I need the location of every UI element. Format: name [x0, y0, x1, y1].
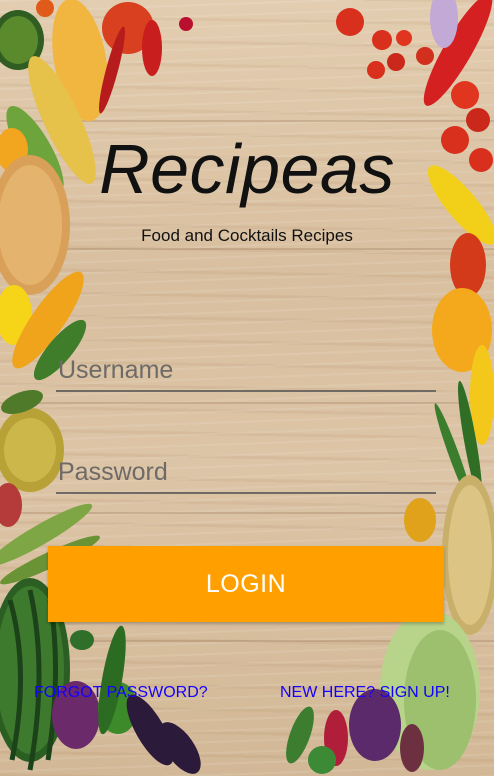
username-field-container	[56, 350, 436, 392]
password-field-container	[56, 452, 436, 494]
app-subtitle: Food and Cocktails Recipes	[141, 226, 353, 245]
username-input[interactable]	[56, 350, 436, 390]
forgot-password-link[interactable]: FORGOT PASSWORD?	[34, 684, 208, 702]
username-underline	[56, 390, 436, 392]
app-title: Recipeas	[99, 130, 395, 208]
password-input[interactable]	[56, 452, 436, 492]
login-button[interactable]: LOGIN	[48, 546, 444, 622]
password-underline	[56, 492, 436, 494]
login-screen: Recipeas Food and Cocktails Recipes LOGI…	[0, 0, 494, 776]
sign-up-link[interactable]: NEW HERE? SIGN UP!	[280, 684, 450, 702]
